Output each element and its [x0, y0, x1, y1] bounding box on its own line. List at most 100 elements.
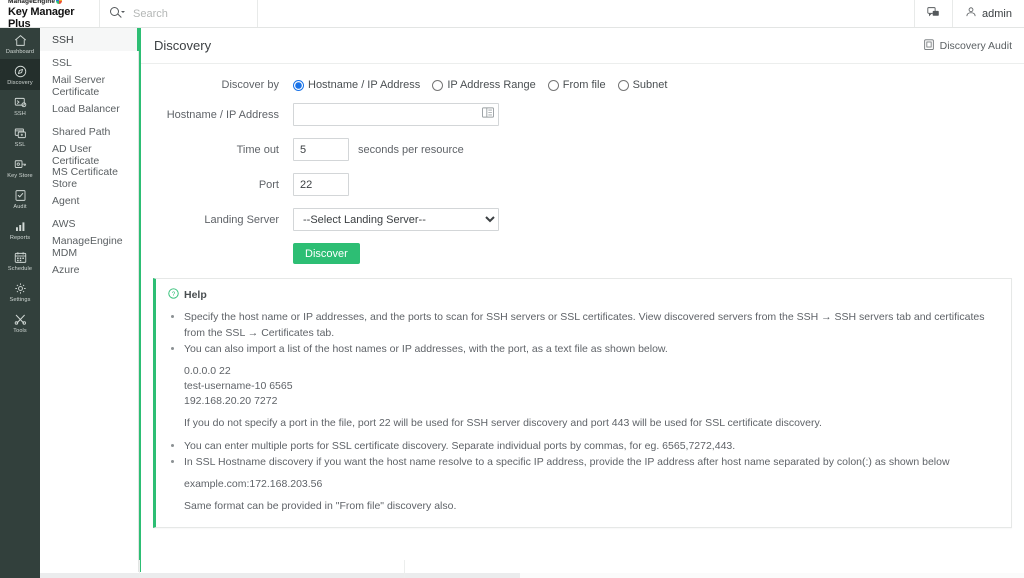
port-control [293, 173, 349, 196]
subnav-item-aws[interactable]: AWS [40, 212, 138, 235]
subnav-item-mail-server-certificate[interactable]: Mail Server Certificate [40, 73, 138, 98]
subnav-label: SSH [52, 33, 74, 46]
help-note: Same format can be provided in "From fil… [184, 500, 457, 512]
user-icon [965, 6, 977, 21]
page-title: Discovery [154, 38, 212, 53]
header-actions: admin [914, 0, 1024, 27]
home-icon [13, 33, 28, 48]
radio-input-hostname[interactable] [293, 79, 304, 91]
horizontal-scrollbar[interactable] [40, 572, 1024, 578]
gear-icon [13, 281, 28, 296]
radio-hostname-ip-address[interactable]: Hostname / IP Address [293, 79, 420, 91]
help-header: ? Help [168, 288, 999, 302]
scrollbar-thumb[interactable] [40, 573, 520, 578]
radio-label: IP Address Range [447, 79, 536, 91]
subnav-label: Mail Server Certificate [52, 73, 106, 98]
help-note-format: Same format can be provided in "From fil… [168, 499, 999, 514]
help-bullet-list-top: Specify the host name or IP addresses, a… [168, 309, 999, 357]
field-row-discover-by: Discover by Hostname / IP Address IP Add… [141, 79, 1024, 91]
help-example: example.com:172.168.203.56 [168, 477, 999, 492]
field-row-landing-server: Landing Server --Select Landing Server-- [141, 208, 1024, 231]
tools-icon [13, 312, 28, 327]
sidebar-item-discovery[interactable]: Discovery [0, 59, 40, 90]
field-row-hostname: Hostname / IP Address [141, 103, 1024, 126]
subnav-label: AWS [52, 217, 76, 230]
subnav-label: Agent [52, 194, 80, 207]
sidebar-item-tools[interactable]: Tools [0, 307, 40, 338]
sidebar-label: SSL [14, 142, 26, 148]
sidebar-label: Dashboard [5, 49, 35, 55]
subnav-label: AD User Certificate [52, 142, 100, 167]
subnav-label: MS Certificate Store [52, 165, 118, 190]
sidebar-label: Audit [13, 204, 27, 210]
key-store-icon [13, 157, 28, 172]
subnav-item-ad-user-certificate[interactable]: AD User Certificate [40, 142, 138, 167]
search-input[interactable] [131, 6, 247, 21]
radio-input-subnet[interactable] [617, 79, 629, 91]
calendar-icon [13, 250, 28, 265]
radio-subnet[interactable]: Subnet [617, 79, 668, 91]
svg-text:?: ? [172, 291, 176, 298]
sidebar-item-ssl[interactable]: SSL [0, 121, 40, 152]
application-body: Dashboard Discovery SSH SSL Key Store Au… [0, 28, 1024, 578]
hostname-input[interactable] [293, 103, 499, 126]
help-spacer [168, 431, 999, 438]
discovery-audit-link[interactable]: Discovery Audit [923, 38, 1012, 54]
help-sample-line: 192.168.20.20 7272 [184, 395, 278, 407]
subnav-item-ssl[interactable]: SSL [40, 51, 138, 74]
user-menu-button[interactable]: admin [952, 0, 1024, 27]
question-circle-icon: ? [168, 288, 179, 302]
radio-from-file[interactable]: From file [547, 79, 606, 91]
timeout-input[interactable] [293, 138, 349, 161]
subnav-item-load-balancer[interactable]: Load Balancer [40, 97, 138, 120]
audit-checklist-icon [13, 188, 28, 203]
chat-feedback-icon [927, 6, 940, 22]
global-search[interactable] [100, 0, 258, 27]
clipboard-audit-icon [923, 38, 935, 54]
feedback-button[interactable] [914, 0, 952, 27]
sidebar-item-dashboard[interactable]: Dashboard [0, 28, 40, 59]
subnav-item-agent[interactable]: Agent [40, 189, 138, 212]
sidebar-item-settings[interactable]: Settings [0, 276, 40, 307]
radio-ip-address-range[interactable]: IP Address Range [432, 79, 536, 91]
sidebar-item-audit[interactable]: Audit [0, 183, 40, 214]
discover-by-radio-group: Hostname / IP Address IP Address Range F… [293, 79, 667, 91]
sidebar-item-key-store[interactable]: Key Store [0, 152, 40, 183]
header-spacer [258, 0, 914, 27]
help-bullet: Specify the host name or IP addresses, a… [184, 309, 999, 341]
help-note-port: If you do not specify a port in the file… [168, 416, 999, 431]
search-icon [110, 7, 125, 20]
discover-button[interactable]: Discover [293, 243, 360, 264]
discover-by-control: Hostname / IP Address IP Address Range F… [293, 79, 667, 91]
subnav-item-ms-certificate-store[interactable]: MS Certificate Store [40, 165, 138, 190]
subnav-item-azure[interactable]: Azure [40, 258, 138, 281]
radio-input-ip-range[interactable] [432, 79, 444, 91]
subnav-item-ssh[interactable]: SSH [40, 28, 139, 51]
brand-logo[interactable]: ManageEngine Key Manager Plus [0, 0, 100, 30]
sidebar-item-schedule[interactable]: Schedule [0, 245, 40, 276]
grid-picker-icon[interactable] [482, 107, 494, 121]
sidebar-label: Key Store [7, 173, 33, 179]
hostname-label: Hostname / IP Address [166, 108, 279, 121]
page-header: Discovery Discovery Audit [141, 28, 1024, 64]
radio-input-from-file[interactable] [547, 79, 559, 91]
brand-product-name: Key Manager Plus [8, 5, 75, 30]
ssl-certificate-icon [13, 126, 28, 141]
radio-label: Subnet [632, 79, 668, 91]
content-divider-line [139, 560, 140, 578]
subnav-item-manageengine-mdm[interactable]: ManageEngine MDM [40, 235, 138, 259]
hostname-input-wrapper [293, 103, 499, 126]
port-input[interactable] [293, 173, 349, 196]
help-sample-line: test-username-10 6565 [184, 380, 293, 392]
landing-server-label: Landing Server [204, 213, 279, 226]
sidebar-item-reports[interactable]: Reports [0, 214, 40, 245]
sidebar-item-ssh[interactable]: SSH [0, 90, 40, 121]
landing-server-control: --Select Landing Server-- [293, 208, 499, 231]
help-spacer [168, 470, 999, 477]
subnav-item-shared-path[interactable]: Shared Path [40, 120, 138, 143]
field-row-actions: Discover [141, 243, 1024, 264]
landing-server-select[interactable]: --Select Landing Server-- [293, 208, 499, 231]
subnav-label: Shared Path [52, 125, 111, 138]
help-sample-line: 0.0.0.0 22 [184, 365, 231, 377]
subnav-label: SSL [52, 56, 72, 69]
